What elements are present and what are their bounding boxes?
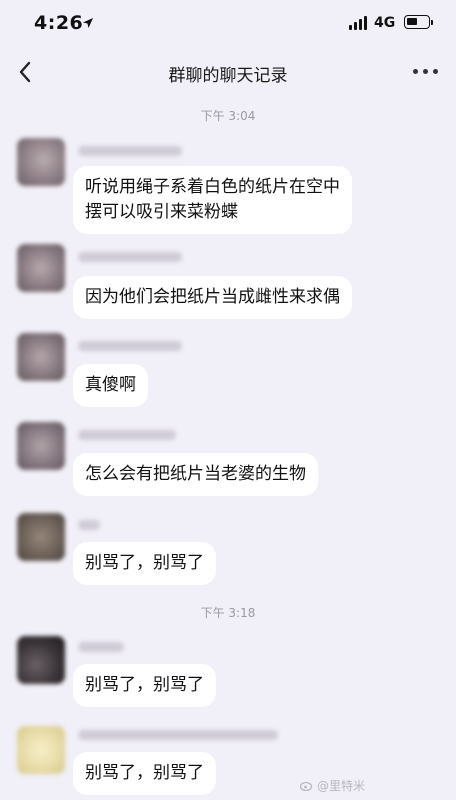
message-text-line: 因为他们会把纸片当成雌性来求偶 [85, 287, 340, 307]
location-arrow-icon [83, 18, 93, 28]
message-text-line: 别骂了，别骂了 [85, 553, 204, 573]
watermark: @里特米 [300, 777, 365, 794]
timestamp: 下午 3:18 [200, 606, 256, 620]
message-bubble[interactable]: 因为他们会把纸片当成雌性来求偶 [73, 276, 352, 319]
avatar[interactable] [17, 513, 65, 561]
avatar[interactable] [17, 138, 65, 186]
weibo-logo-icon [300, 781, 313, 791]
sender-name-blurred [78, 642, 124, 652]
message-text-line: 摆可以吸引来菜粉蝶 [85, 202, 238, 222]
message-bubble[interactable]: 别骂了，别骂了 [73, 664, 216, 707]
sender-name-blurred [78, 430, 176, 440]
sender-name-blurred [78, 341, 182, 351]
message-text-line: 真傻啊 [85, 375, 136, 395]
message-bubble[interactable]: 别骂了，别骂了 [73, 542, 216, 585]
message-bubble[interactable]: 别骂了，别骂了 [73, 752, 216, 795]
avatar[interactable] [17, 636, 65, 684]
network-label: 4G [374, 15, 396, 31]
message-bubble[interactable]: 听说用绳子系着白色的纸片在空中 摆可以吸引来菜粉蝶 [73, 166, 352, 234]
battery-icon [404, 15, 430, 29]
sender-name-blurred [78, 252, 182, 262]
message-text-line: 别骂了，别骂了 [85, 763, 204, 783]
nav-bar: 群聊的聊天记录 [0, 48, 456, 98]
avatar[interactable] [17, 244, 65, 292]
watermark-text: @里特米 [317, 779, 366, 793]
page-title: 群聊的聊天记录 [168, 66, 288, 86]
battery-tip [431, 20, 433, 25]
message-bubble[interactable]: 怎么会有把纸片当老婆的生物 [73, 453, 318, 496]
message-text-line: 听说用绳子系着白色的纸片在空中 [85, 177, 340, 197]
sender-name-blurred [78, 146, 182, 156]
status-time: 4:26 [34, 12, 84, 34]
avatar[interactable] [17, 422, 65, 470]
status-bar: 4:26 4G [0, 0, 456, 48]
message-text-line: 怎么会有把纸片当老婆的生物 [85, 464, 306, 484]
signal-icon [349, 16, 369, 30]
message-bubble[interactable]: 真傻啊 [73, 364, 148, 407]
message-text-line: 别骂了，别骂了 [85, 675, 204, 695]
avatar[interactable] [17, 333, 65, 381]
sender-name-blurred [78, 730, 278, 740]
sender-name-blurred [78, 520, 100, 530]
timestamp: 下午 3:04 [200, 109, 256, 123]
more-dots-icon[interactable] [411, 66, 443, 78]
avatar[interactable] [17, 726, 65, 774]
